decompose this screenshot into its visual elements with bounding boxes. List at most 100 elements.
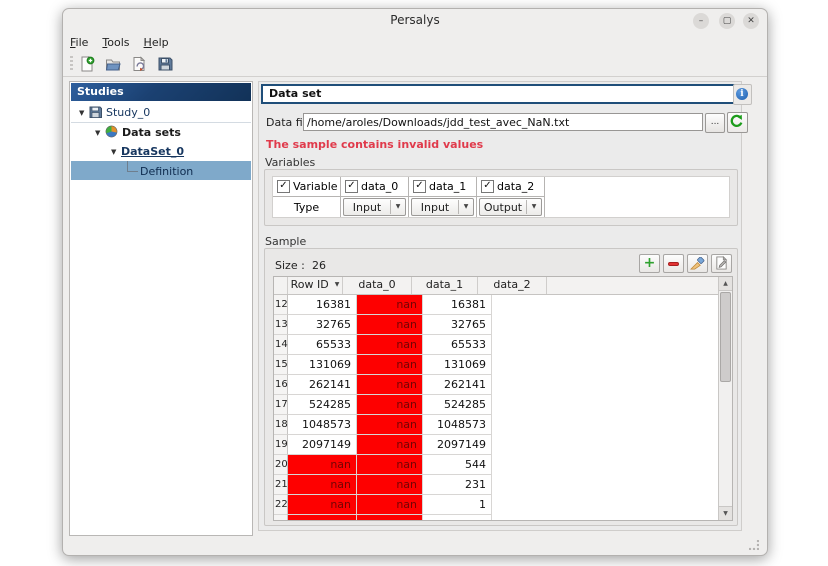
tree-item-dataset-0[interactable]: ▼DataSet_0 bbox=[71, 142, 251, 161]
type-select-0[interactable]: Input▼ bbox=[343, 198, 406, 216]
cell-data_0[interactable]: 262141 bbox=[288, 375, 357, 395]
checkbox-icon[interactable]: ✓ bbox=[345, 180, 358, 193]
row-header[interactable]: 21 bbox=[274, 475, 288, 495]
row-header[interactable]: 15 bbox=[274, 355, 288, 375]
cell-data_2[interactable]: 1048573 bbox=[423, 415, 492, 435]
cell-data_1-nan[interactable]: nan bbox=[357, 435, 423, 455]
add-row-button[interactable]: + bbox=[639, 254, 660, 273]
title-bar[interactable]: Persalys – ▢ ✕ bbox=[63, 9, 767, 33]
tree-item-study-0[interactable]: ▼Study_0 bbox=[71, 103, 251, 123]
tree-item-data-sets[interactable]: ▼Data sets bbox=[71, 123, 251, 142]
menu-item-help[interactable]: Help bbox=[137, 33, 176, 52]
new-study-icon[interactable] bbox=[77, 54, 97, 74]
cell-data_1-nan[interactable]: nan bbox=[357, 495, 423, 515]
cell-data_0[interactable]: 2097149 bbox=[288, 435, 357, 455]
cell-data_1-nan[interactable]: nan bbox=[357, 375, 423, 395]
cell-data_0-nan[interactable]: nan bbox=[288, 475, 357, 495]
toolbar-handle[interactable] bbox=[70, 56, 73, 72]
cell-data_0[interactable]: 16381 bbox=[288, 295, 357, 315]
row-header[interactable]: 18 bbox=[274, 415, 288, 435]
reload-button[interactable] bbox=[727, 112, 748, 133]
variable-header-variable[interactable]: ✓Variable bbox=[273, 177, 341, 197]
cell-data_1-nan[interactable] bbox=[357, 515, 423, 521]
export-sample-button[interactable] bbox=[711, 254, 732, 273]
cell-data_2[interactable]: 65533 bbox=[423, 335, 492, 355]
cell-data_2[interactable]: 262141 bbox=[423, 375, 492, 395]
scrollbar-thumb[interactable] bbox=[720, 292, 731, 382]
checkbox-icon[interactable]: ✓ bbox=[277, 180, 290, 193]
row-header[interactable]: 19 bbox=[274, 435, 288, 455]
cell-data_0[interactable]: 1048573 bbox=[288, 415, 357, 435]
column-header-row-id[interactable]: Row ID▼ bbox=[288, 277, 343, 294]
column-header-data_0[interactable]: data_0 bbox=[343, 277, 412, 294]
cell-data_1-nan[interactable]: nan bbox=[357, 415, 423, 435]
cell-data_2[interactable]: 32765 bbox=[423, 315, 492, 335]
column-header-data_2[interactable]: data_2 bbox=[478, 277, 547, 294]
row-header[interactable]: 17 bbox=[274, 395, 288, 415]
menu-item-file[interactable]: File bbox=[63, 33, 95, 52]
data-file-input[interactable] bbox=[303, 113, 703, 131]
cell-data_1-nan[interactable]: nan bbox=[357, 455, 423, 475]
table-corner-cell[interactable] bbox=[274, 277, 288, 294]
cell-data_0-nan[interactable]: nan bbox=[288, 495, 357, 515]
cell-data_2[interactable]: 131069 bbox=[423, 355, 492, 375]
column-header-data_1[interactable]: data_1 bbox=[412, 277, 478, 294]
sample-section-label: Sample bbox=[265, 235, 306, 248]
browse-button[interactable]: ... bbox=[705, 113, 725, 133]
info-button[interactable]: i bbox=[733, 84, 752, 105]
menu-bar: FileToolsHelp bbox=[63, 33, 767, 53]
cell-data_2[interactable]: 1 bbox=[423, 495, 492, 515]
cell-data_0[interactable]: 65533 bbox=[288, 335, 357, 355]
cell-data_2[interactable]: 544 bbox=[423, 455, 492, 475]
cell-data_1-nan[interactable]: nan bbox=[357, 355, 423, 375]
cell-data_0-nan[interactable]: nan bbox=[288, 455, 357, 475]
expander-icon[interactable]: ▼ bbox=[95, 124, 105, 143]
cell-data_0[interactable]: 131069 bbox=[288, 355, 357, 375]
remove-row-button[interactable] bbox=[663, 254, 684, 273]
cell-data_1-nan[interactable]: nan bbox=[357, 295, 423, 315]
cell-data_0[interactable]: 524285 bbox=[288, 395, 357, 415]
cell-data_1-nan[interactable]: nan bbox=[357, 315, 423, 335]
studies-panel-header: Studies bbox=[71, 83, 251, 101]
cell-data_2[interactable]: 2097149 bbox=[423, 435, 492, 455]
menu-item-tools[interactable]: Tools bbox=[95, 33, 136, 52]
minimize-button[interactable]: – bbox=[693, 13, 709, 29]
row-header[interactable]: 20 bbox=[274, 455, 288, 475]
row-header[interactable] bbox=[274, 515, 288, 521]
save-icon[interactable] bbox=[155, 54, 175, 74]
row-header[interactable]: 14 bbox=[274, 335, 288, 355]
vertical-scrollbar[interactable]: ▲ ▼ bbox=[718, 277, 732, 520]
checkbox-icon[interactable]: ✓ bbox=[413, 180, 426, 193]
checkbox-icon[interactable]: ✓ bbox=[481, 180, 494, 193]
cell-data_2[interactable] bbox=[423, 515, 492, 521]
cell-data_1-nan[interactable]: nan bbox=[357, 395, 423, 415]
close-button[interactable]: ✕ bbox=[743, 13, 759, 29]
variable-header-data_0[interactable]: ✓data_0 bbox=[341, 177, 409, 197]
tree-item-definition[interactable]: Definition bbox=[71, 161, 251, 180]
expander-icon[interactable]: ▼ bbox=[79, 104, 89, 123]
import-python-script-icon[interactable] bbox=[129, 54, 149, 74]
cell-data_2[interactable]: 16381 bbox=[423, 295, 492, 315]
row-header[interactable]: 22 bbox=[274, 495, 288, 515]
variable-header-data_1[interactable]: ✓data_1 bbox=[409, 177, 477, 197]
cell-data_0-nan[interactable] bbox=[288, 515, 357, 521]
maximize-button[interactable]: ▢ bbox=[719, 13, 735, 29]
cell-data_0[interactable]: 32765 bbox=[288, 315, 357, 335]
expander-icon[interactable]: ▼ bbox=[111, 143, 121, 162]
row-header[interactable]: 13 bbox=[274, 315, 288, 335]
row-header[interactable]: 16 bbox=[274, 375, 288, 395]
row-header[interactable]: 12 bbox=[274, 295, 288, 315]
resize-grip-icon[interactable] bbox=[749, 540, 759, 550]
scroll-down-icon[interactable]: ▼ bbox=[719, 506, 732, 520]
cell-data_1-nan[interactable]: nan bbox=[357, 475, 423, 495]
cell-data_1-nan[interactable]: nan bbox=[357, 335, 423, 355]
scroll-up-icon[interactable]: ▲ bbox=[719, 277, 732, 291]
cell-data_2[interactable]: 231 bbox=[423, 475, 492, 495]
variable-name-label: Variable bbox=[293, 180, 348, 193]
cell-data_2[interactable]: 524285 bbox=[423, 395, 492, 415]
type-select-1[interactable]: Input▼ bbox=[411, 198, 474, 216]
open-study-icon[interactable] bbox=[103, 54, 123, 74]
type-select-2[interactable]: Output▼ bbox=[479, 198, 542, 216]
variable-header-data_2[interactable]: ✓data_2 bbox=[477, 177, 545, 197]
clean-sample-button[interactable] bbox=[687, 254, 708, 273]
